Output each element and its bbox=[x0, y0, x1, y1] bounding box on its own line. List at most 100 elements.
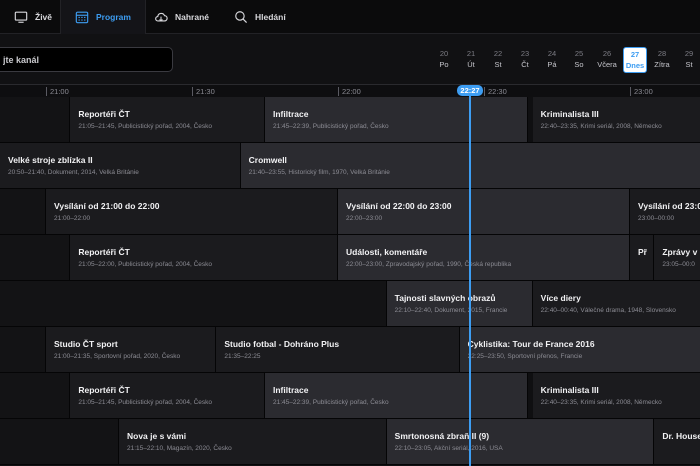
day-number: 22 bbox=[493, 49, 503, 58]
cloud-icon bbox=[155, 12, 168, 22]
day-29[interactable]: 29 St bbox=[677, 48, 700, 70]
nav-search[interactable]: Hledání bbox=[220, 0, 300, 34]
program-cell[interactable]: Cyklistika: Tour de France 2016 22:25–23:… bbox=[459, 327, 700, 372]
program-cell[interactable]: Reportéři ČT 21:05–22:00, Publicistický p… bbox=[70, 235, 338, 280]
program-title: Cyklistika: Tour de France 2016 bbox=[467, 339, 595, 349]
timeline-tick: 21:30 bbox=[192, 87, 215, 96]
program-cell[interactable] bbox=[0, 281, 387, 326]
program-cell[interactable]: Zprávy v 23:05–00:0 bbox=[654, 235, 700, 280]
program-title: Infiltrace bbox=[273, 385, 309, 395]
program-title: Zprávy v bbox=[662, 247, 698, 257]
program-cell[interactable] bbox=[0, 189, 46, 234]
day-number: 27 bbox=[630, 50, 640, 59]
program-meta: 23:00–00:00 bbox=[638, 215, 675, 222]
program-title: Cromwell bbox=[248, 155, 287, 165]
program-cell[interactable]: Vysílání od 22:00 do 23:00 22:00–23:00 bbox=[338, 189, 630, 234]
program-title: Př bbox=[638, 247, 647, 257]
program-title: Infiltrace bbox=[273, 109, 309, 119]
day-name: St bbox=[494, 60, 502, 69]
program-title: Velké stroje zblízka II bbox=[8, 155, 93, 165]
program-cell[interactable]: Reportéři ČT 21:05–21:45, Publicistický p… bbox=[70, 97, 265, 142]
program-cell[interactable]: Tajnosti slavných obrazů 22:10–22:40, Dok… bbox=[386, 281, 533, 326]
program-cell[interactable]: Události, komentáře 22:00–23:00, Zpravoda… bbox=[338, 235, 630, 280]
program-meta: 22:10–23:05, Akční seriál, 2016, USA bbox=[394, 445, 503, 452]
nav-recorded-label: Nahrané bbox=[175, 12, 210, 22]
program-title: Tajnosti slavných obrazů bbox=[394, 293, 496, 303]
day-name: St bbox=[685, 60, 693, 69]
nav-search-label: Hledání bbox=[255, 12, 286, 22]
program-cell[interactable]: Př bbox=[630, 235, 655, 280]
day-28[interactable]: 28 Zítra bbox=[650, 48, 674, 70]
program-cell[interactable]: Infiltrace 21:45–22:39, Publicistický poř… bbox=[265, 97, 528, 142]
program-title: Studio fotbal - Dohráno Plus bbox=[224, 339, 340, 349]
program-cell[interactable]: Více diery 22:40–00:40, Válečné drama, 19… bbox=[532, 281, 700, 326]
program-cell[interactable]: Studio fotbal - Dohráno Plus 21:35–22:25 bbox=[216, 327, 460, 372]
program-meta: 21:45–22:39, Publicistický pořad, Česko bbox=[273, 399, 389, 406]
day-name: Čt bbox=[521, 60, 529, 69]
program-meta: 21:05–21:45, Publicistický pořad, 2004, … bbox=[78, 399, 213, 406]
program-cell[interactable]: Studio ČT sport 21:00–21:35, Sportovní po… bbox=[46, 327, 217, 372]
timeline: 21:00 21:30 22:00 22:30 23:00 bbox=[0, 84, 700, 97]
program-cell[interactable] bbox=[0, 419, 119, 464]
day-25[interactable]: 25 So bbox=[567, 48, 591, 70]
program-title: Kriminalista III bbox=[540, 109, 599, 119]
channel-row: Nova je s vámi 21:15–22:10, Magazín, 2020… bbox=[0, 419, 700, 465]
program-title: Události, komentáře bbox=[346, 247, 428, 257]
channel-search-input[interactable] bbox=[0, 48, 172, 71]
program-cell[interactable]: Kriminalista III 22:40–23:35, Krimi seriá… bbox=[532, 373, 700, 418]
nav-recorded[interactable]: Nahrané bbox=[140, 0, 223, 34]
program-meta: 21:35–22:25 bbox=[224, 353, 261, 360]
program-cell[interactable]: Vysílání od 21:00 do 22:00 21:00–22:00 bbox=[46, 189, 338, 234]
day-number: 26 bbox=[602, 49, 612, 58]
day-26[interactable]: 26 Včera bbox=[595, 48, 619, 70]
program-meta: 22:40–23:35, Krimi seriál, 2008, Německo bbox=[540, 399, 662, 406]
program-cell[interactable]: Smrtonosná zbraň II (9) 22:10–23:05, Akčn… bbox=[386, 419, 655, 464]
day-number: 28 bbox=[657, 49, 667, 58]
day-21[interactable]: 21 Út bbox=[459, 48, 483, 70]
day-name: So bbox=[574, 60, 584, 69]
program-cell[interactable]: Velké stroje zblízka II 20:50–21:40, Doku… bbox=[0, 143, 241, 188]
program-cell[interactable] bbox=[0, 373, 71, 418]
program-title: Reportéři ČT bbox=[78, 109, 130, 119]
program-meta: 21:00–22:00 bbox=[54, 215, 91, 222]
program-cell[interactable] bbox=[0, 235, 71, 280]
program-cell[interactable]: Vysílání od 23:00 23:00–00:00 bbox=[630, 189, 700, 234]
channel-row: Reportéři ČT 21:05–21:45, Publicistický p… bbox=[0, 97, 700, 143]
day-23[interactable]: 23 Čt bbox=[513, 48, 537, 70]
day-27[interactable]: 27 Dnes bbox=[623, 47, 647, 73]
program-meta: 22:00–23:00, Zpravodajský pořad, 1990, Č… bbox=[346, 261, 512, 268]
program-cell[interactable]: Dr. House bbox=[654, 419, 700, 464]
epg-grid: Reportéři ČT 21:05–21:45, Publicistický p… bbox=[0, 97, 700, 466]
program-title: Dr. House bbox=[662, 431, 700, 441]
program-title: Studio ČT sport bbox=[54, 339, 118, 349]
nav-program[interactable]: Program bbox=[60, 0, 146, 34]
program-meta: 21:05–21:45, Publicistický pořad, 2004, … bbox=[78, 123, 213, 130]
timeline-tick: 23:00 bbox=[630, 87, 653, 96]
program-meta: 20:50–21:40, Dokument, 2014, Velká Britá… bbox=[8, 169, 139, 176]
day-22[interactable]: 22 St bbox=[486, 48, 510, 70]
program-title: Reportéři ČT bbox=[78, 385, 130, 395]
channel-search[interactable] bbox=[0, 47, 173, 72]
program-meta: 21:40–23:55, Historický film, 1970, Velk… bbox=[248, 169, 390, 176]
program-meta: 21:05–22:00, Publicistický pořad, 2004, … bbox=[78, 261, 213, 268]
day-24[interactable]: 24 Pá bbox=[540, 48, 564, 70]
channel-row: Vysílání od 21:00 do 22:00 21:00–22:00 Vys… bbox=[0, 189, 700, 235]
program-cell[interactable]: Reportéři ČT 21:05–21:45, Publicistický p… bbox=[70, 373, 265, 418]
nav-live[interactable]: Živě bbox=[0, 0, 66, 34]
program-cell[interactable]: Kriminalista III 22:40–23:35, Krimi seriá… bbox=[532, 97, 700, 142]
program-cell[interactable]: Nova je s vámi 21:15–22:10, Magazín, 2020… bbox=[119, 419, 387, 464]
day-name: Út bbox=[467, 60, 475, 69]
day-20[interactable]: 20 Po bbox=[432, 48, 456, 70]
program-cell[interactable]: Infiltrace 21:45–22:39, Publicistický poř… bbox=[265, 373, 528, 418]
program-meta: 22:40–23:35, Krimi seriál, 2008, Německo bbox=[540, 123, 662, 130]
program-meta: 23:05–00:0 bbox=[662, 261, 695, 268]
program-cell[interactable] bbox=[0, 97, 71, 142]
program-cell[interactable] bbox=[0, 327, 46, 372]
day-name: Včera bbox=[597, 60, 617, 69]
channel-row: Tajnosti slavných obrazů 22:10–22:40, Dok… bbox=[0, 281, 700, 327]
day-number: 29 bbox=[684, 49, 694, 58]
program-meta: 21:15–22:10, Magazín, 2020, Česko bbox=[127, 445, 232, 452]
day-number: 20 bbox=[439, 49, 449, 58]
program-title: Reportéři ČT bbox=[78, 247, 130, 257]
channel-row: Reportéři ČT 21:05–21:45, Publicistický p… bbox=[0, 373, 700, 419]
